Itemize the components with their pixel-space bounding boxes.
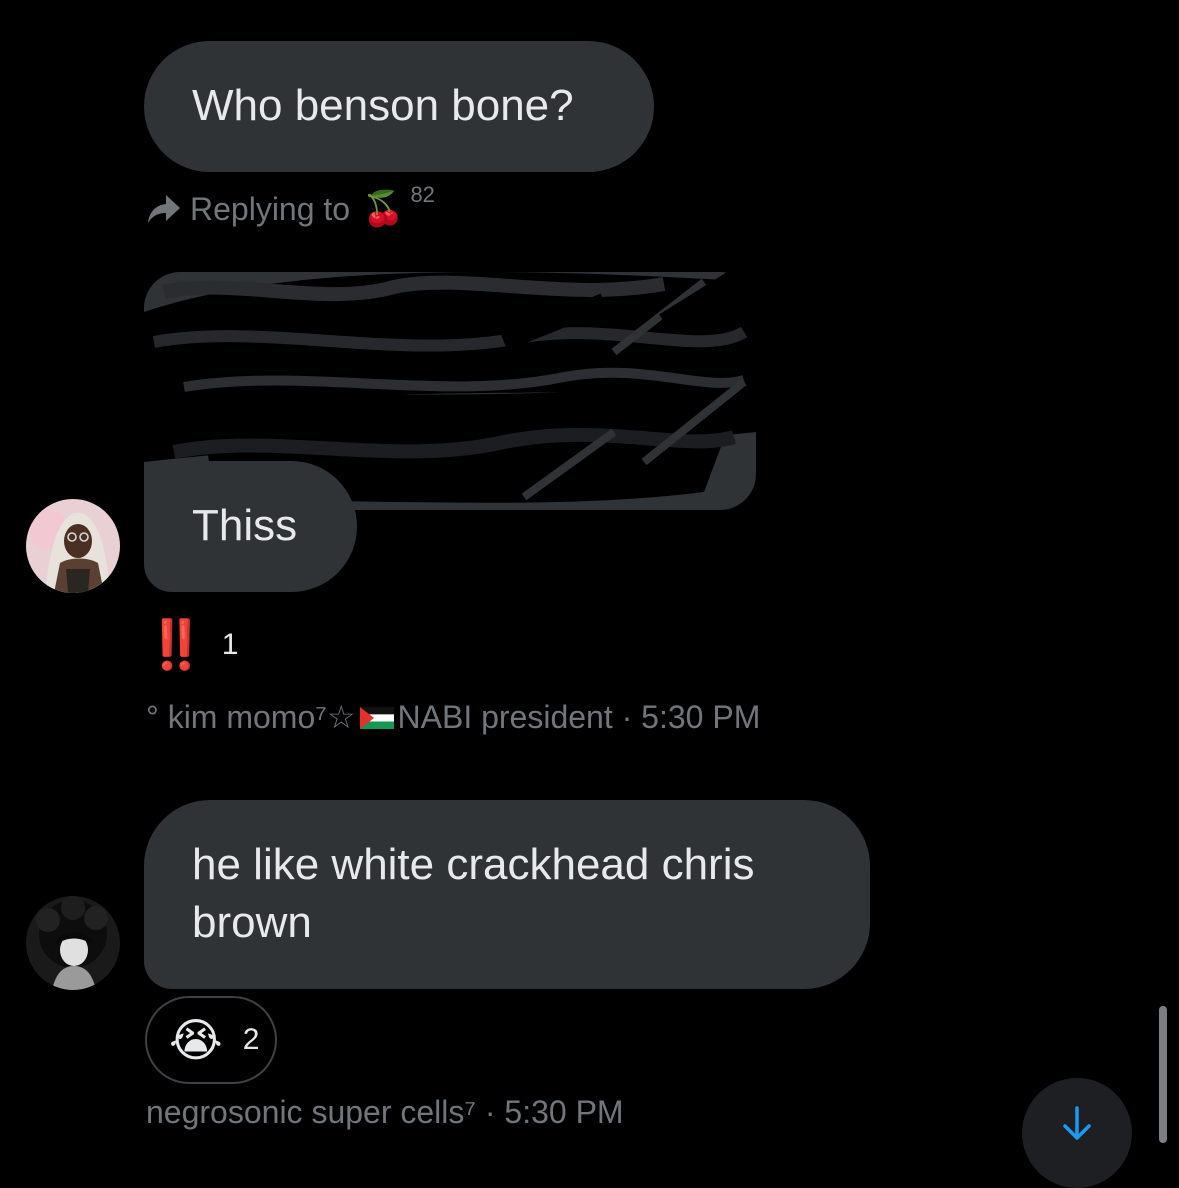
sender-name: ° kim momo⁷☆	[146, 699, 356, 735]
double-exclamation-emoji: ‼️	[146, 617, 206, 673]
reaction[interactable]: ‼️ 1	[146, 616, 238, 673]
avatar-image	[26, 499, 120, 593]
arrow-down-icon	[1063, 1106, 1091, 1140]
sender-name-suffix: NABI president	[397, 699, 613, 735]
replying-to[interactable]: Replying to 🍒 82	[146, 182, 435, 232]
message-text: Thiss	[192, 501, 298, 550]
avatar[interactable]	[26, 896, 120, 990]
sender-name: negrosonic super cells⁷	[146, 1094, 476, 1130]
message-bubble[interactable]: he like white crackhead chris brown	[144, 800, 870, 989]
cherry-emoji: 🍒	[362, 190, 405, 228]
reaction-count: 2	[242, 1023, 260, 1056]
palestine-flag-icon	[359, 707, 394, 729]
avatar[interactable]	[26, 499, 120, 593]
reply-arrow-icon	[148, 195, 180, 223]
replying-to-label: Replying to	[190, 190, 351, 227]
message-meta: ° kim momo⁷☆ NABI president · 5:30 PM	[146, 698, 760, 736]
avatar-image	[26, 896, 120, 990]
scroll-to-bottom-button[interactable]	[1022, 1078, 1132, 1188]
reaction[interactable]: 😭 2	[145, 996, 277, 1084]
timestamp: · 5:30 PM	[484, 1094, 624, 1130]
crying-face-emoji: 😭	[169, 1014, 223, 1066]
reaction-count: 1	[221, 627, 239, 661]
reply-count: 82	[410, 182, 435, 207]
message-meta: negrosonic super cells⁷ · 5:30 PM	[146, 1094, 624, 1131]
timestamp: · 5:30 PM	[621, 699, 761, 735]
scrollbar[interactable]	[1159, 1006, 1167, 1143]
message-text: Who benson bone?	[192, 81, 574, 130]
message-bubble[interactable]: Who benson bone?	[144, 41, 654, 172]
message-text: he like white crackhead chris brown	[192, 840, 755, 947]
message-bubble[interactable]: Thiss	[144, 461, 357, 592]
